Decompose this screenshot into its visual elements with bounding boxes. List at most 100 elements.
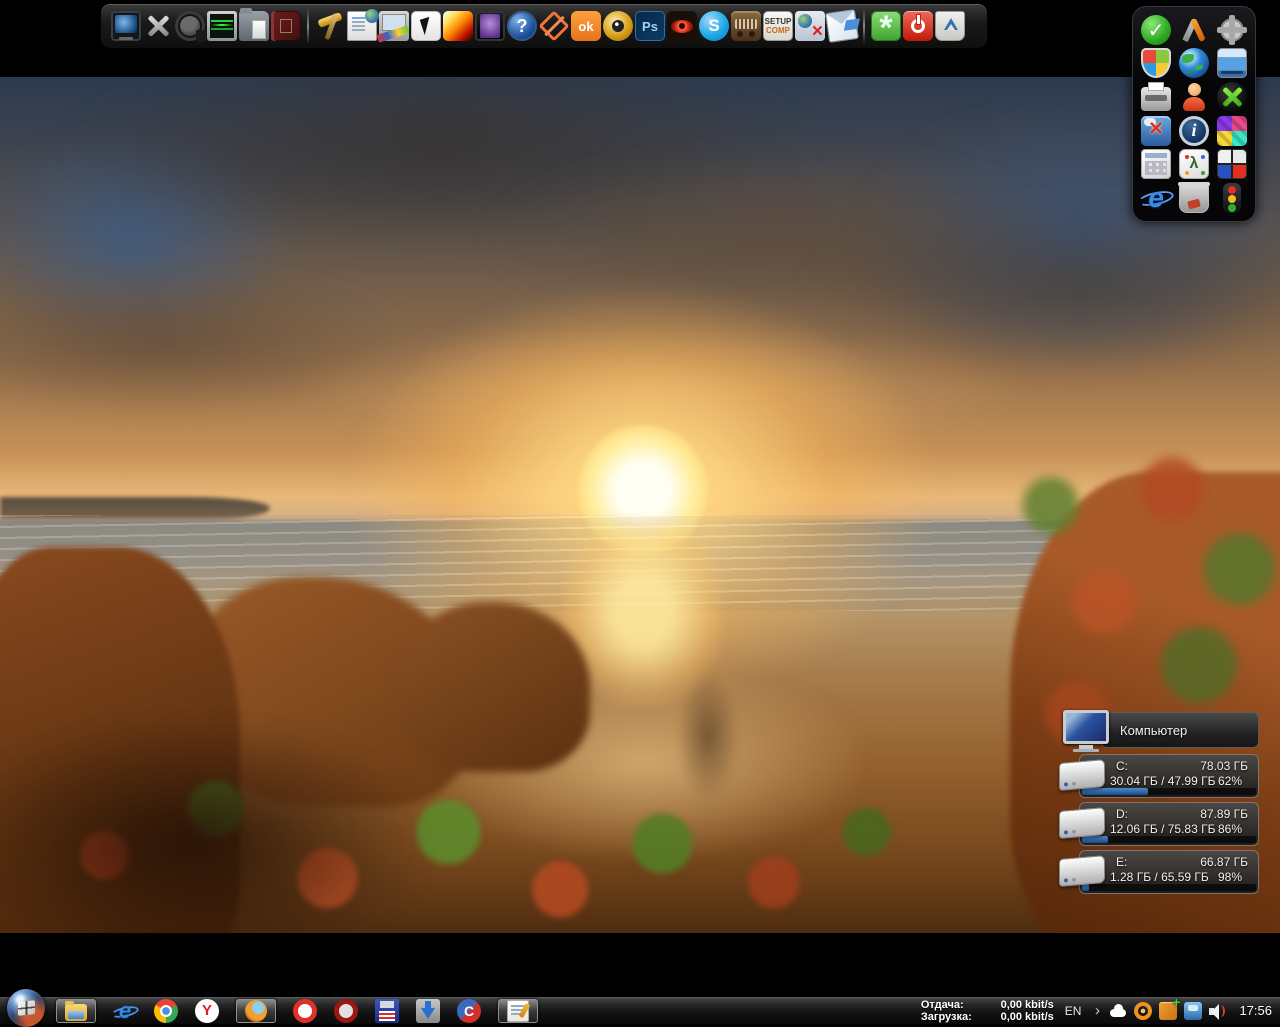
drive-bar — [1082, 788, 1256, 795]
quick-launch: e Y C — [56, 999, 538, 1023]
tablet-reader-icon[interactable] — [475, 11, 505, 41]
drive-letter: D: — [1116, 807, 1128, 821]
system-tray: › — [1092, 1002, 1227, 1020]
security-shield-icon[interactable] — [1141, 48, 1171, 78]
drive-c[interactable]: C: 78.03 ГБ 30.04 ГБ / 47.99 ГБ 62% — [1063, 754, 1259, 798]
drive-bar — [1082, 884, 1256, 891]
wireframe-shape-icon[interactable] — [539, 11, 569, 41]
odnoklassniki-icon[interactable]: ok — [571, 11, 601, 41]
taskbar-right: Отдача: 0,00 kbit/s Загрузка: 0,00 kbit/… — [921, 997, 1280, 1024]
dark-foreground — [0, 723, 420, 933]
ccleaner-icon[interactable]: C — [457, 999, 481, 1023]
upload-value: 0,00 kbit/s — [980, 999, 1054, 1011]
game-center-icon[interactable] — [143, 11, 173, 41]
checkmark-icon[interactable] — [1141, 15, 1171, 45]
cursor-settings-icon[interactable] — [411, 11, 441, 41]
radio-player-icon[interactable] — [731, 11, 761, 41]
system-monitor-icon[interactable] — [207, 11, 237, 41]
skype-icon[interactable]: S — [699, 11, 729, 41]
documents-folder-icon[interactable] — [239, 11, 269, 41]
xbox-games-icon[interactable] — [1217, 82, 1247, 112]
network-monitor: Отдача: 0,00 kbit/s Загрузка: 0,00 kbit/… — [921, 999, 1054, 1023]
notepad-button[interactable] — [498, 999, 538, 1023]
traffic-light-icon[interactable] — [1223, 183, 1241, 213]
drive-d[interactable]: D: 87.89 ГБ 12.06 ГБ / 75.83 ГБ 86% — [1063, 802, 1259, 846]
drive-percent: 98% — [1218, 870, 1242, 884]
volume-tray-icon[interactable] — [1209, 1002, 1227, 1020]
drive-letter: C: — [1116, 759, 1128, 773]
clock[interactable]: 17:56 — [1235, 1003, 1272, 1018]
dock-separator — [863, 8, 865, 44]
drive-usage: 30.04 ГБ / 47.99 ГБ — [1110, 774, 1215, 788]
computer-widget: Компьютер C: 78.03 ГБ 30.04 ГБ / 47.99 Г… — [1063, 710, 1259, 894]
repair-tools-icon[interactable] — [315, 11, 345, 41]
pc-setup-icon[interactable] — [379, 11, 409, 41]
printer-icon[interactable] — [1141, 87, 1171, 111]
internet-globe-icon[interactable] — [1179, 48, 1209, 78]
drive-bar-fill — [1082, 884, 1089, 891]
hard-drive-icon — [1059, 759, 1105, 791]
start-button[interactable] — [7, 989, 45, 1027]
gear-icon[interactable] — [1217, 15, 1247, 45]
hard-drive-icon — [1059, 855, 1105, 887]
clock-watch-icon[interactable] — [175, 11, 205, 41]
taskbar: e Y C Отдача: 0,00 kbit/s Загрузка: 0,00… — [0, 996, 1280, 1024]
restart-icon[interactable] — [871, 11, 901, 41]
uninstaller-icon[interactable] — [795, 11, 825, 41]
download-value: 0,00 kbit/s — [980, 1011, 1054, 1023]
usb-device-tray-icon[interactable] — [1184, 1002, 1202, 1020]
info-icon[interactable]: i — [1179, 116, 1209, 146]
computer-icon — [1063, 710, 1109, 752]
puzzle-blocks-icon[interactable] — [1217, 116, 1247, 146]
language-indicator[interactable]: EN — [1062, 1004, 1085, 1018]
orange-ring-tray-icon[interactable] — [1134, 1002, 1152, 1020]
app-dock: ? ok Ps S SETUP COMP — [100, 3, 988, 49]
firefox-button[interactable] — [236, 999, 276, 1023]
hard-drive-icon — [1059, 807, 1105, 839]
download-manager-icon[interactable] — [416, 999, 440, 1023]
hard-drive-icon[interactable] — [1217, 48, 1247, 78]
computer-title: Компьютер — [1120, 723, 1187, 738]
drive-e[interactable]: E: 66.87 ГБ 1.28 ГБ / 65.59 ГБ 98% — [1063, 850, 1259, 894]
drive-bar-fill — [1082, 788, 1148, 795]
opera-icon[interactable] — [293, 999, 317, 1023]
yandex-browser-icon[interactable]: Y — [195, 999, 219, 1023]
rubik-cube-icon[interactable] — [1217, 149, 1247, 179]
package-update-tray-icon[interactable] — [1159, 1002, 1177, 1020]
dock-separator — [307, 8, 309, 44]
firefox-icon — [245, 1000, 267, 1022]
save-floppy-icon[interactable] — [375, 999, 399, 1023]
lambda-dice-icon[interactable]: λ — [1179, 149, 1209, 179]
launcher-panel: i λ e — [1132, 6, 1256, 222]
opera-dark-icon[interactable] — [334, 999, 358, 1023]
shutdown-icon[interactable] — [903, 11, 933, 41]
settings-tools-icon[interactable] — [1179, 15, 1209, 45]
support-agent-icon[interactable] — [1179, 82, 1209, 112]
webcam-icon[interactable] — [603, 11, 633, 41]
help-documents-icon[interactable] — [347, 11, 377, 41]
internet-explorer-icon[interactable]: e — [113, 999, 137, 1023]
image-viewer-icon[interactable] — [667, 11, 697, 41]
drive-usage: 1.28 ГБ / 65.59 ГБ — [1110, 870, 1209, 884]
internet-explorer-icon[interactable]: e — [1141, 183, 1171, 213]
upload-label: Отдача: — [921, 999, 972, 1011]
expand-chevron-icon[interactable]: › — [1092, 1002, 1102, 1020]
drive-total: 87.89 ГБ — [1200, 807, 1248, 821]
color-gradient-icon[interactable] — [443, 11, 473, 41]
my-computer-icon[interactable] — [111, 11, 141, 41]
file-explorer-button[interactable] — [56, 999, 96, 1023]
cloud-tray-icon[interactable] — [1109, 1002, 1127, 1020]
dictionary-book-icon[interactable] — [271, 11, 301, 41]
uninstall-box-icon[interactable] — [1141, 116, 1171, 146]
mail-client-icon[interactable] — [825, 9, 859, 43]
trash-icon[interactable] — [1179, 183, 1209, 213]
photoshop-icon[interactable]: Ps — [635, 11, 665, 41]
recycle-bin-icon[interactable] — [935, 11, 965, 41]
calculator-icon[interactable] — [1141, 149, 1171, 179]
download-label: Загрузка: — [921, 1011, 972, 1023]
drive-bar-fill — [1082, 836, 1108, 843]
chrome-icon[interactable] — [154, 999, 178, 1023]
computer-header[interactable]: Компьютер — [1063, 710, 1259, 750]
setup-comp-icon[interactable]: SETUP COMP — [763, 11, 793, 41]
help-icon[interactable]: ? — [507, 11, 537, 41]
